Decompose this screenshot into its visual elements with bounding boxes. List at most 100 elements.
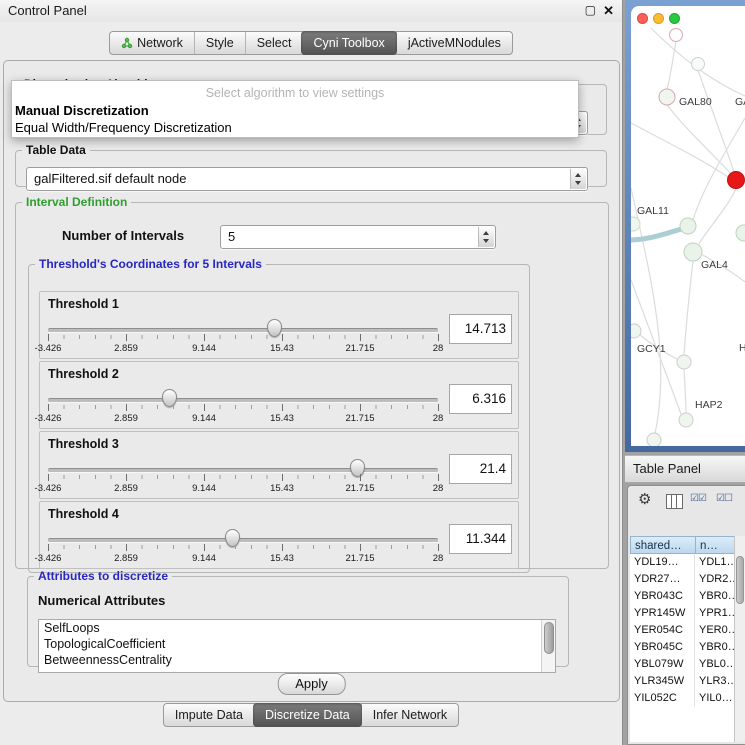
table-data-legend: Table Data [22, 143, 90, 157]
dropdown-option-manual-discretization[interactable]: Manual Discretization [12, 102, 578, 119]
tick-label: 9.144 [192, 413, 216, 424]
control-panel-titlebar: Control Panel ▢ ✕ [0, 0, 622, 22]
tab-select[interactable]: Select [245, 32, 303, 54]
cell: YLR345W [630, 673, 695, 690]
threshold-label: Threshold 3 [48, 437, 119, 451]
threshold-slider[interactable]: -3.426 2.859 9.144 15.43 21.715 28 [48, 458, 438, 496]
table-data-combobox[interactable]: galFiltered.sif default node [26, 167, 588, 191]
cell: YBR043C [630, 588, 695, 605]
threshold-slider[interactable]: -3.426 2.859 9.144 15.43 21.715 28 [48, 388, 438, 426]
threshold-label: Threshold 2 [48, 367, 119, 381]
apply-button[interactable]: Apply [277, 673, 346, 695]
tab-style[interactable]: Style [194, 32, 245, 54]
cell: YDL1… [696, 554, 735, 571]
dropdown-option-equal-width[interactable]: Equal Width/Frequency Discretization [12, 119, 578, 136]
table-row[interactable]: YDL19…YDL1… [630, 554, 735, 571]
zoom-window-icon[interactable] [669, 13, 680, 24]
cell: YBL0… [696, 656, 735, 673]
tick-label: 15.43 [270, 483, 294, 494]
network-node-selected[interactable] [728, 172, 745, 189]
tab-discretize-data[interactable]: Discretize Data [253, 703, 362, 727]
column-header-name[interactable]: n… [695, 536, 735, 554]
tick-label: -3.426 [35, 553, 62, 564]
tab-infer-network[interactable]: Infer Network [361, 704, 458, 726]
scrollbar-thumb[interactable] [544, 622, 554, 654]
threshold-value-field[interactable]: 11.344 [449, 524, 512, 554]
table-row[interactable]: YIL052CYIL0… [630, 690, 735, 707]
node-label-clipped: H [739, 342, 745, 354]
network-node[interactable] [647, 433, 661, 446]
network-node[interactable] [631, 217, 640, 231]
network-node-hap2[interactable] [679, 413, 693, 427]
top-tab-strip: Network Style Select Cyni Toolbox jActiv… [0, 31, 622, 55]
tab-network[interactable]: Network [110, 32, 194, 54]
table-row[interactable]: YBR045CYBR0… [630, 639, 735, 656]
checkbox-edit-icon[interactable]: ☑☐ [716, 493, 732, 504]
table-row[interactable]: YBR043CYBR0… [630, 588, 735, 605]
columns-icon[interactable] [666, 494, 683, 509]
slider-track[interactable] [48, 398, 438, 403]
table-row[interactable]: YBL079WYBL0… [630, 656, 735, 673]
threshold-value-field[interactable]: 21.4 [449, 454, 512, 484]
threshold-value-field[interactable]: 6.316 [449, 384, 512, 414]
num-intervals-value: 5 [228, 226, 235, 248]
network-view-window: GAL80 GA GAL11 GAL4 GCY1 H HAP2 [625, 0, 745, 452]
network-canvas[interactable]: GAL80 GA GAL11 GAL4 GCY1 H HAP2 [631, 6, 745, 446]
network-node-gal4[interactable] [684, 243, 702, 261]
table-row[interactable]: YPR145WYPR1… [630, 605, 735, 622]
close-window-icon[interactable] [637, 13, 648, 24]
node-label-gal4: GAL4 [701, 259, 728, 271]
thresholds-legend: Threshold's Coordinates for 5 Intervals [35, 257, 266, 271]
column-header-shared-name[interactable]: shared… [630, 536, 696, 554]
list-item[interactable]: SelfLoops [39, 620, 555, 636]
tab-label: Discretize Data [265, 708, 350, 722]
network-icon [121, 37, 133, 49]
threshold-slider[interactable]: -3.426 2.859 9.144 15.43 21.715 28 [48, 528, 438, 566]
panel-title: Control Panel [8, 0, 87, 22]
network-node[interactable] [692, 58, 705, 71]
highlighted-edge[interactable] [631, 228, 685, 240]
network-node[interactable] [670, 29, 683, 42]
slider-track[interactable] [48, 538, 438, 543]
list-item[interactable]: BetweennessCentrality [39, 652, 555, 668]
combo-stepper-icon[interactable] [478, 227, 494, 247]
node-label-gcy1: GCY1 [637, 343, 666, 355]
table-row[interactable]: YLR345WYLR3… [630, 673, 735, 690]
combo-stepper-icon[interactable] [570, 169, 586, 189]
threshold-value-field[interactable]: 14.713 [449, 314, 512, 344]
scrollbar-thumb[interactable] [736, 556, 744, 604]
network-node-gal11[interactable] [680, 218, 696, 234]
tab-cyni-toolbox[interactable]: Cyni Toolbox [301, 31, 396, 55]
network-node-gcy1[interactable] [631, 324, 641, 338]
minimize-window-icon[interactable] [653, 13, 664, 24]
select-all-checkboxes-icon[interactable]: ☑☑ [690, 493, 706, 504]
list-scrollbar[interactable] [541, 620, 555, 672]
table-scrollbar[interactable] [734, 536, 745, 742]
network-node[interactable] [677, 355, 691, 369]
network-graph: GAL80 GA GAL11 GAL4 GCY1 H HAP2 [631, 28, 745, 446]
threshold-slider[interactable]: -3.426 2.859 9.144 15.43 21.715 28 [48, 318, 438, 356]
network-node[interactable] [736, 225, 745, 241]
slider-track[interactable] [48, 328, 438, 333]
tab-impute-data[interactable]: Impute Data [164, 704, 254, 726]
attributes-list: SelfLoops TopologicalCoefficient Between… [38, 619, 556, 673]
table-row[interactable]: YDR27…YDR2… [630, 571, 735, 588]
list-item[interactable]: TopologicalCoefficient [39, 636, 555, 652]
slider-ticks [48, 335, 438, 340]
close-icon[interactable]: ✕ [603, 3, 614, 19]
slider-ticks [48, 545, 438, 550]
cell: YPR1… [696, 605, 735, 622]
network-node-gal80[interactable] [659, 89, 675, 105]
table-row[interactable]: YER054CYER0… [630, 622, 735, 639]
num-intervals-combobox[interactable]: 5 [220, 225, 496, 249]
tick-label: 9.144 [192, 553, 216, 564]
tab-jactivemnodules[interactable]: jActiveMNodules [396, 32, 512, 54]
table-body: YDL19…YDL1… YDR27…YDR2… YBR043CYBR0… YPR… [630, 554, 735, 742]
tick-label: 15.43 [270, 553, 294, 564]
gear-icon[interactable]: ⚙ [638, 490, 651, 508]
float-window-icon[interactable]: ▢ [585, 3, 596, 17]
table-panel-title: Table Panel [633, 456, 701, 482]
slider-track[interactable] [48, 468, 438, 473]
tick-label: 15.43 [270, 413, 294, 424]
application-root: Control Panel ▢ ✕ Network Style Select C… [0, 0, 745, 745]
